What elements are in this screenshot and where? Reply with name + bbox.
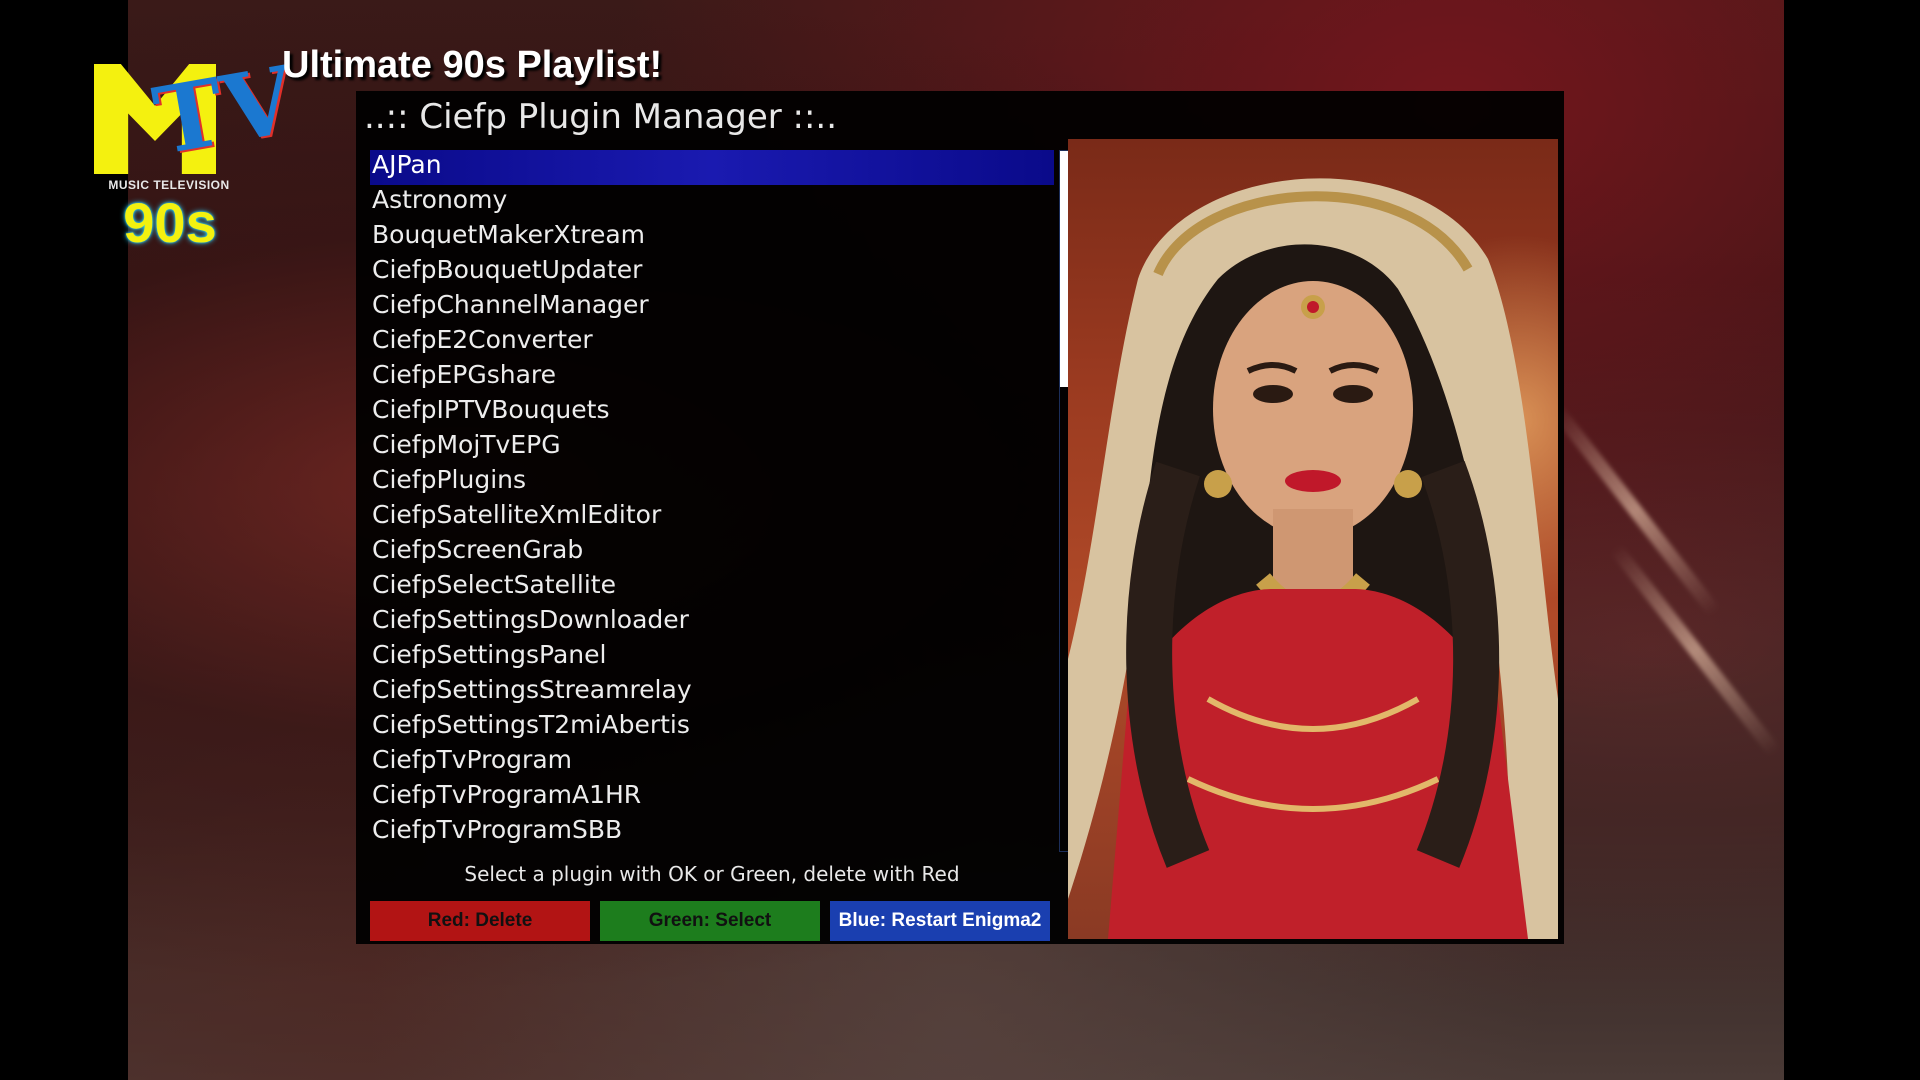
list-item[interactable]: Astronomy	[370, 185, 1054, 220]
delete-button[interactable]: Red: Delete	[370, 901, 590, 941]
select-button[interactable]: Green: Select	[600, 901, 820, 941]
scrollbar-thumb[interactable]	[1060, 151, 1068, 387]
list-item[interactable]: CiefpMojTvEPG	[370, 430, 1054, 465]
hint-text: Select a plugin with OK or Green, delete…	[464, 862, 960, 886]
channel-title: Ultimate 90s Playlist!	[282, 44, 663, 86]
list-item[interactable]: CiefpE2Converter	[370, 325, 1054, 360]
list-item[interactable]: CiefpSettingsPanel	[370, 640, 1054, 675]
list-item[interactable]: CiefpTvProgram	[370, 745, 1054, 780]
list-item[interactable]: CiefpSelectSatellite	[370, 570, 1054, 605]
list-item[interactable]: CiefpPlugins	[370, 465, 1054, 500]
logo-decade: 90s	[123, 191, 217, 254]
list-item[interactable]: CiefpSettingsDownloader	[370, 605, 1054, 640]
list-item[interactable]: CiefpIPTVBouquets	[370, 395, 1054, 430]
plugin-manager-window: ..:: Ciefp Plugin Manager ::.. AJPan Astr…	[356, 91, 1564, 944]
list-item[interactable]: CiefpChannelManager	[370, 290, 1054, 325]
window-title: ..:: Ciefp Plugin Manager ::..	[364, 97, 838, 137]
plugin-preview-image	[1068, 139, 1558, 939]
list-item[interactable]: CiefpBouquetUpdater	[370, 255, 1054, 290]
list-item[interactable]: CiefpSettingsT2miAbertis	[370, 710, 1054, 745]
list-item[interactable]: BouquetMakerXtream	[370, 220, 1054, 255]
list-item[interactable]: CiefpSettingsStreamrelay	[370, 675, 1054, 710]
mtv-tv-text: TV	[146, 45, 303, 176]
list-item[interactable]: CiefpSatelliteXmlEditor	[370, 500, 1054, 535]
portrait-illustration	[1068, 178, 1558, 939]
list-item[interactable]: CiefpTvProgramSBB	[370, 815, 1054, 850]
plugin-list[interactable]: AJPan Astronomy BouquetMakerXtream CiefpBou…	[370, 150, 1054, 850]
list-item-selected[interactable]: AJPan	[370, 150, 1054, 185]
list-item[interactable]: CiefpTvProgramA1HR	[370, 780, 1054, 815]
mtv-90s-logo: TV MUSIC TELEVISION 90s	[94, 45, 303, 260]
list-item[interactable]: CiefpScreenGrab	[370, 535, 1054, 570]
restart-enigma2-button[interactable]: Blue: Restart Enigma2	[830, 901, 1050, 941]
list-item[interactable]: CiefpEPGshare	[370, 360, 1054, 395]
